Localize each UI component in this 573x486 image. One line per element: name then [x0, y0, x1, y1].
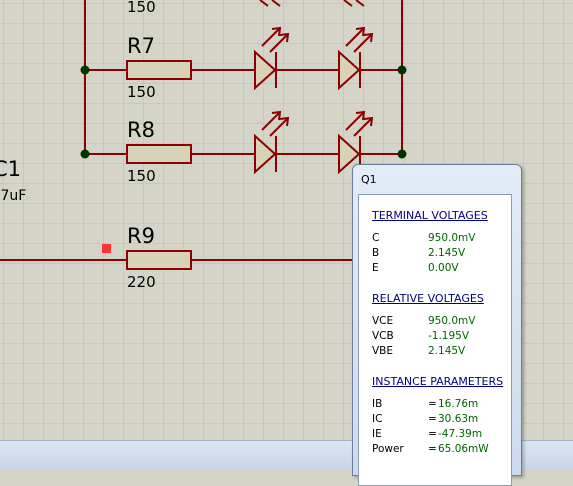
equals-sign: =: [428, 413, 437, 425]
param-label: C: [372, 232, 380, 244]
param-label: E: [372, 262, 379, 274]
equals-sign: =: [428, 398, 437, 410]
c1-value-label: .7uF: [0, 188, 26, 204]
r8-ref-label: R8: [127, 118, 155, 142]
param-label: IB: [372, 398, 383, 410]
popup-content-panel: TERMINAL VOLTAGES C 950.0mV B 2.145V E 0…: [358, 194, 512, 486]
param-value: -47.39m: [438, 428, 483, 440]
resistor-r9[interactable]: [126, 250, 192, 270]
param-value: 950.0mV: [428, 232, 476, 244]
r9-value-label: 220: [127, 273, 156, 291]
r8-value-label: 150: [127, 167, 156, 185]
param-value: -1.195V: [428, 330, 470, 342]
param-label: VCE: [372, 315, 394, 327]
equals-sign: =: [428, 428, 437, 440]
r9-ref-label: R9: [127, 224, 155, 248]
param-label: B: [372, 247, 380, 259]
param-label: Power: [372, 443, 404, 455]
param-value: 2.145V: [428, 247, 466, 259]
param-value: 2.145V: [428, 345, 466, 357]
q1-popup-window[interactable]: Q1 TERMINAL VOLTAGES C 950.0mV B 2.145V …: [352, 164, 522, 486]
param-label: IC: [372, 413, 383, 425]
param-label: VBE: [372, 345, 394, 357]
param-label: VCB: [372, 330, 394, 342]
r7-ref-label: R7: [127, 34, 155, 58]
r7-value-label: 150: [127, 83, 156, 101]
section-heading-relative-voltages: RELATIVE VOLTAGES: [372, 292, 484, 305]
param-label: IE: [372, 428, 382, 440]
param-value: 16.76m: [438, 398, 479, 410]
param-value: 65.06mW: [438, 443, 489, 455]
resistor-r8[interactable]: [126, 144, 192, 164]
top-resistor-value: 150: [127, 0, 156, 16]
param-value: 30.63m: [438, 413, 479, 425]
probe-marker[interactable]: [102, 244, 111, 253]
equals-sign: =: [428, 443, 437, 455]
param-value: 0.00V: [428, 262, 459, 274]
param-value: 950.0mV: [428, 315, 476, 327]
c1-ref-label: C1: [0, 157, 21, 181]
popup-title: Q1: [361, 173, 377, 186]
section-heading-instance-parameters: INSTANCE PARAMETERS: [372, 375, 504, 388]
section-heading-terminal-voltages: TERMINAL VOLTAGES: [372, 209, 488, 222]
resistor-r7[interactable]: [126, 60, 192, 80]
